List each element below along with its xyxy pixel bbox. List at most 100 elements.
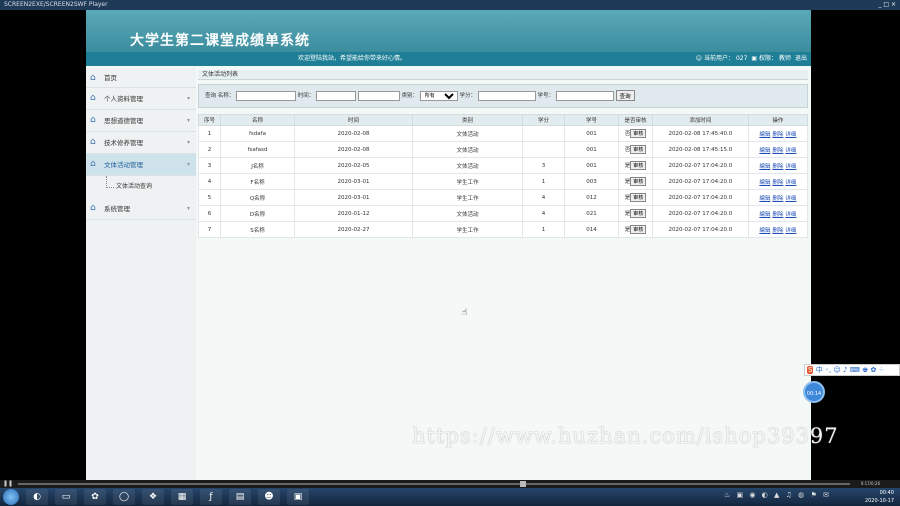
home-icon: ⌂ bbox=[90, 159, 96, 169]
sidebar-item-profile[interactable]: ⌂ 个人资料管理 ▾ bbox=[86, 88, 196, 110]
sidebar-item-home[interactable]: ⌂ 首页 bbox=[86, 68, 196, 88]
taskbar-app-icon[interactable]: ☻ bbox=[258, 489, 280, 505]
delete-link[interactable]: 删除 bbox=[772, 212, 783, 218]
audit-button[interactable]: 审核 bbox=[630, 193, 647, 202]
column-header: 序号 bbox=[198, 114, 221, 126]
submenu-item-activity-query[interactable]: 文体活动查询 bbox=[86, 176, 196, 198]
detail-link[interactable]: 详细 bbox=[785, 132, 796, 138]
edit-link[interactable]: 编辑 bbox=[759, 196, 770, 202]
search-button[interactable]: 查询 bbox=[615, 90, 635, 101]
taskbar-app-icon[interactable]: ▦ bbox=[171, 489, 193, 505]
table-cell: 文体活动 bbox=[412, 125, 523, 142]
ime-float-ball[interactable]: 00:14 bbox=[803, 381, 825, 403]
system-name: 大学生第二课堂成绩单系统 bbox=[130, 33, 310, 49]
home-icon: ⌂ bbox=[90, 137, 96, 147]
tray-icons[interactable]: ♨ ▣ ◉ ◐ ▲ ♫ ◍ ⚑ ✉ bbox=[724, 491, 831, 499]
sidebar: ⌂ 首页 ⌂ 个人资料管理 ▾ ⌂ 思想道德管理 ▾ ⌂ 技术修养管理 ▾ ⌂ … bbox=[86, 68, 196, 480]
name-input[interactable] bbox=[236, 90, 296, 101]
audit-button[interactable]: 审核 bbox=[630, 209, 647, 218]
progress-knob[interactable] bbox=[520, 481, 526, 487]
progress-track[interactable] bbox=[18, 483, 850, 485]
taskbar-app-icon[interactable]: ✿ bbox=[84, 489, 106, 505]
table-cell: S名称 bbox=[220, 221, 295, 238]
taskbar-app-icon[interactable]: ◯ bbox=[113, 489, 135, 505]
edit-link[interactable]: 编辑 bbox=[759, 164, 770, 170]
name-label: 查询 名称： bbox=[205, 93, 235, 99]
delete-link[interactable]: 删除 bbox=[772, 132, 783, 138]
delete-link[interactable]: 删除 bbox=[772, 196, 783, 202]
detail-link[interactable]: 详细 bbox=[785, 164, 796, 170]
table-cell: 014 bbox=[564, 221, 619, 238]
delete-link[interactable]: 删除 bbox=[772, 228, 783, 234]
ime-toolbar[interactable]: S 中 ◦, ☺ ♪ ⌨ ♚ ✿ ⁘ bbox=[804, 364, 900, 376]
table-cell: 4 bbox=[522, 205, 565, 222]
detail-link[interactable]: 详细 bbox=[785, 196, 796, 202]
player-time: 0:17/0:26 bbox=[860, 481, 880, 486]
table-cell: 2020-03-01 bbox=[294, 173, 413, 190]
user-icon: ☺ bbox=[695, 55, 702, 62]
student-id-input[interactable] bbox=[555, 90, 614, 101]
column-header: 类别 bbox=[412, 114, 523, 126]
ime-tools: 中 ◦, ☺ ♪ ⌨ ♚ ✿ ⁘ bbox=[815, 366, 885, 374]
taskbar-app-icon[interactable]: ❖ bbox=[142, 489, 164, 505]
delete-link[interactable]: 删除 bbox=[772, 180, 783, 186]
edit-link[interactable]: 编辑 bbox=[759, 132, 770, 138]
audit-button[interactable]: 审核 bbox=[630, 225, 647, 234]
detail-link[interactable]: 详细 bbox=[785, 212, 796, 218]
activity-table: 序号 名称 时间 类别 学分 学号 是否审核 添加时间 操作 1 fsdafa 2020-02-08… bbox=[198, 114, 809, 238]
table-cell: 文体活动 bbox=[412, 141, 523, 158]
audit-button[interactable]: 审核 bbox=[630, 129, 647, 138]
taskbar-app-icon[interactable]: ƒ bbox=[200, 489, 222, 505]
taskbar-app-icon[interactable]: ◐ bbox=[26, 489, 48, 505]
detail-link[interactable]: 详细 bbox=[785, 148, 796, 154]
table-cell: 文体活动 bbox=[412, 157, 523, 174]
chevron-down-icon: ▾ bbox=[186, 139, 190, 146]
table-cell: 001 bbox=[564, 141, 619, 158]
category-select[interactable]: 所有 bbox=[419, 90, 458, 101]
sidebar-item-label: 技术修养管理 bbox=[104, 139, 143, 147]
audit-button[interactable]: 审核 bbox=[630, 145, 647, 154]
table-cell: 3 bbox=[198, 157, 221, 174]
logout-link[interactable]: 退出 bbox=[795, 55, 807, 62]
table-cell: 学生工作 bbox=[412, 173, 523, 190]
taskbar-app-icon[interactable]: ▣ bbox=[287, 489, 309, 505]
edit-link[interactable]: 编辑 bbox=[759, 228, 770, 234]
taskbar-app-icon[interactable]: ▤ bbox=[229, 489, 251, 505]
table-cell: 2020-01-12 bbox=[294, 205, 413, 222]
table-cell: 学生工作 bbox=[412, 189, 523, 206]
audit-button[interactable]: 审核 bbox=[630, 177, 647, 186]
delete-link[interactable]: 删除 bbox=[772, 164, 783, 170]
pause-icon[interactable]: ❚❚ bbox=[3, 480, 13, 488]
table-row: 1 fsdafa 2020-02-08 文体活动 001 否审核 2020-02-08 17… bbox=[198, 125, 809, 142]
ops-cell: 编辑 删除 详细 bbox=[747, 205, 809, 222]
sidebar-item-system[interactable]: ⌂ 系统管理 ▾ bbox=[86, 198, 196, 220]
edit-link[interactable]: 编辑 bbox=[759, 180, 770, 186]
time-end-input[interactable] bbox=[357, 90, 400, 101]
ops-cell: 编辑 删除 详细 bbox=[747, 221, 809, 238]
screen: SCREEN2EXE/SCREEN2SWF Player _ □ × 大学生第二… bbox=[0, 0, 900, 506]
ops-cell: 编辑 删除 详细 bbox=[747, 189, 809, 206]
search-bar: 查询 名称： 时间： 类别： 所有 学分： 学号： 查询 bbox=[198, 84, 808, 108]
audit-button[interactable]: 审核 bbox=[630, 161, 647, 170]
sidebar-item-activities[interactable]: ⌂ 文体活动管理 ▾ bbox=[86, 154, 196, 176]
sidebar-item-morality[interactable]: ⌂ 思想道德管理 ▾ bbox=[86, 110, 196, 132]
detail-link[interactable]: 详细 bbox=[785, 228, 796, 234]
edit-link[interactable]: 编辑 bbox=[759, 148, 770, 154]
table-cell: 001 bbox=[564, 157, 619, 174]
sidebar-item-tech[interactable]: ⌂ 技术修养管理 ▾ bbox=[86, 132, 196, 154]
chevron-down-icon: ▾ bbox=[186, 161, 190, 168]
chevron-down-icon: ▾ bbox=[186, 205, 190, 212]
table-cell: 文体活动 bbox=[412, 205, 523, 222]
table-cell: J名称 bbox=[220, 157, 295, 174]
column-header: 添加时间 bbox=[652, 114, 749, 126]
start-button[interactable] bbox=[3, 489, 19, 505]
window-controls[interactable]: _ □ × bbox=[878, 0, 896, 10]
taskbar-app-icon[interactable]: ▭ bbox=[55, 489, 77, 505]
delete-link[interactable]: 删除 bbox=[772, 148, 783, 154]
credit-input[interactable] bbox=[477, 90, 536, 101]
detail-link[interactable]: 详细 bbox=[785, 180, 796, 186]
time-start-input[interactable] bbox=[316, 90, 357, 101]
column-header: 是否审核 bbox=[617, 114, 654, 126]
edit-link[interactable]: 编辑 bbox=[759, 212, 770, 218]
player-titlebar: SCREEN2EXE/SCREEN2SWF Player _ □ × bbox=[0, 0, 900, 10]
